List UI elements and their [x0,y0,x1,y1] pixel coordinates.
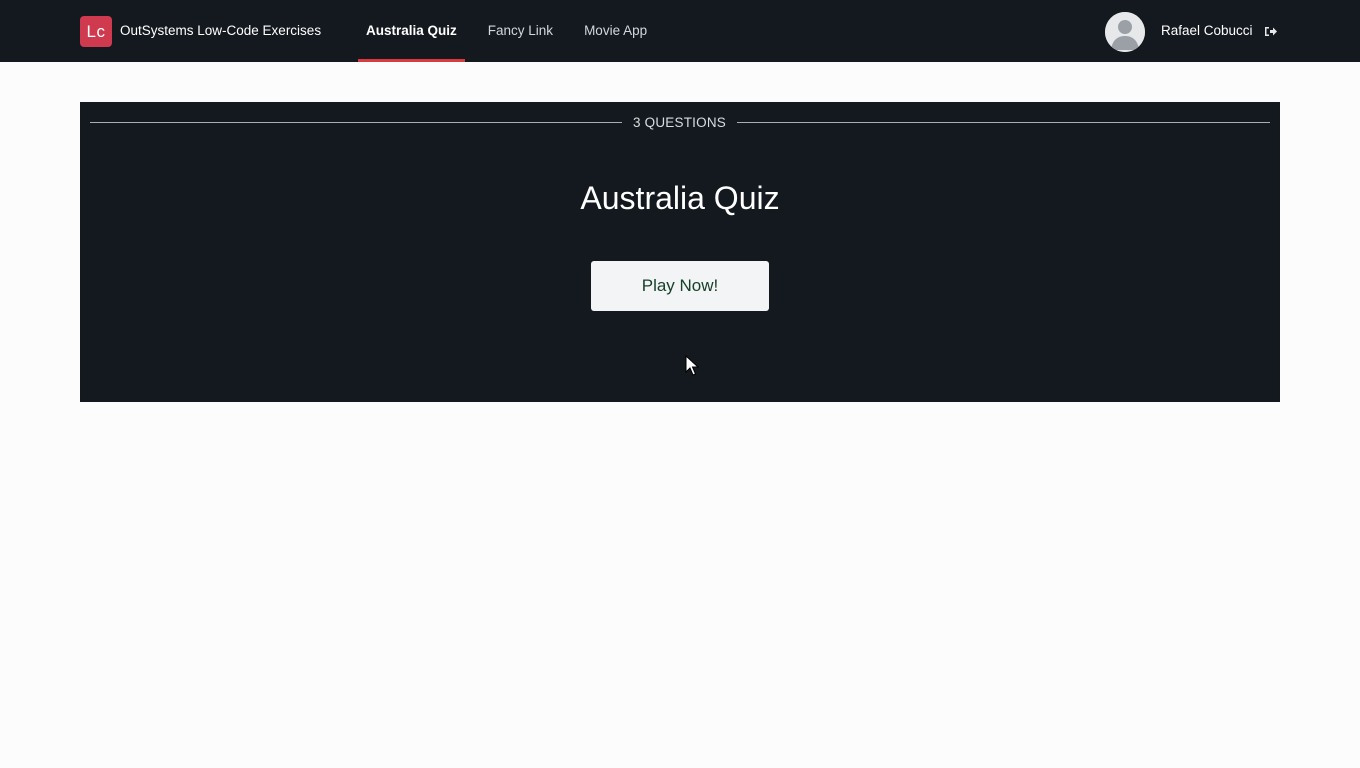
nav-item-movie-app[interactable]: Movie App [576,0,655,62]
divider-left [90,122,622,123]
sign-out-icon[interactable] [1264,25,1278,38]
questions-count-label: 3 QUESTIONS [633,115,726,130]
divider-right [737,122,1270,123]
quiz-hero-panel: 3 QUESTIONS Australia Quiz Play Now! [80,102,1280,402]
quiz-title: Australia Quiz [580,180,780,216]
user-name[interactable]: Rafael Cobucci [1161,0,1253,62]
nav-item-australia-quiz[interactable]: Australia Quiz [358,0,465,62]
user-avatar-icon[interactable] [1105,12,1145,52]
mouse-pointer-icon [685,354,700,377]
app-title[interactable]: OutSystems Low-Code Exercises [120,0,321,62]
app-logo[interactable]: Lc [80,16,112,47]
play-now-button[interactable]: Play Now! [591,261,769,311]
top-navbar: Lc OutSystems Low-Code Exercises Austral… [0,0,1360,62]
nav-item-fancy-link[interactable]: Fancy Link [480,0,561,62]
main-nav: Australia Quiz Fancy Link Movie App [358,0,670,62]
